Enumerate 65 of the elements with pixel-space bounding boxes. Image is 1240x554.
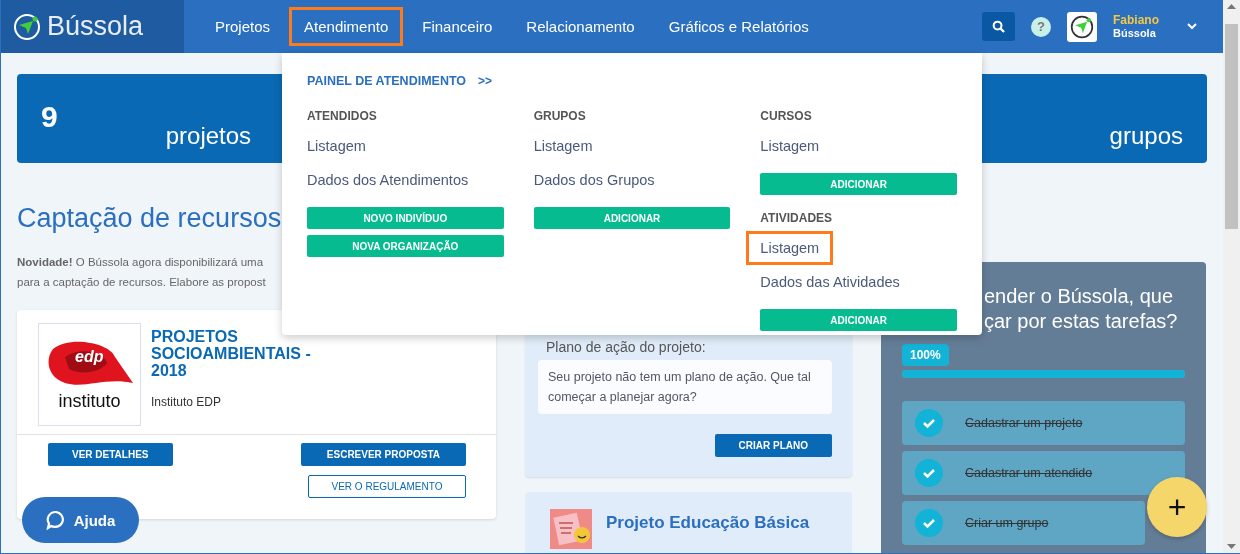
menu-link[interactable]: Listagem: [293, 129, 380, 163]
user-organization: Bússola: [1113, 26, 1157, 40]
compass-logo-icon: [1070, 14, 1094, 39]
menu-link[interactable]: Dados dos Atendimentos: [293, 163, 483, 197]
plan-message: Seu projeto não tem um plano de ação. Que tal começar a planejar agora?: [538, 360, 832, 414]
create-plan-button[interactable]: CRIAR PLANO: [714, 434, 832, 457]
menu-link[interactable]: Dados das Atividades: [746, 265, 914, 299]
chevron-down-icon[interactable]: [1187, 23, 1197, 30]
search-icon: [992, 20, 1005, 33]
arrows-link[interactable]: >>: [478, 74, 493, 88]
menu-link[interactable]: Dados dos Grupos: [519, 163, 669, 197]
task-item[interactable]: Criar um grupo: [902, 501, 1145, 545]
task-item[interactable]: Cadastrar um projeto: [902, 401, 1185, 445]
nav-link[interactable]: Gráficos e Relatórios: [653, 7, 824, 46]
rules-button[interactable]: VER O REGULAMENTO: [308, 475, 466, 498]
panel-link[interactable]: PAINEL DE ATENDIMENTO: [307, 74, 467, 88]
scroll-up-icon[interactable]: [1227, 3, 1236, 9]
brand-name: Bússola: [47, 11, 144, 42]
menu-link[interactable]: Listagem: [746, 231, 834, 265]
note-icon: [550, 509, 592, 549]
user-name: Fabiano: [1113, 13, 1160, 27]
logo-mark-text: edp: [75, 348, 104, 366]
menu-heading: GRUPOS: [533, 109, 587, 123]
user-avatar[interactable]: [1067, 11, 1097, 42]
stat-label: projetos: [165, 122, 252, 151]
nav-link[interactable]: Relacionamento: [511, 7, 650, 46]
menu-link[interactable]: Listagem: [746, 129, 834, 163]
menu-heading: CURSOS: [760, 109, 813, 123]
task-item[interactable]: Cadastrar um atendido: [902, 451, 1185, 495]
panel-title: ender o Bússola, que: [983, 284, 1175, 309]
write-proposal-button[interactable]: ESCREVER PROPOSTA: [300, 443, 466, 466]
plan-label: Plano de ação do projeto:: [546, 339, 707, 355]
progress-percent: 100%: [902, 344, 949, 366]
call-title: PROJETOS SOCIOAMBIENTAIS - 2018: [151, 328, 312, 379]
check-icon: [915, 459, 943, 487]
details-button[interactable]: VER DETALHES: [48, 443, 173, 466]
check-icon: [915, 509, 943, 537]
section-title: Captação de recursos: [17, 203, 282, 234]
chat-bubble-icon: [45, 510, 66, 530]
logo-text: instituto: [58, 391, 121, 412]
nav-link[interactable]: Atendimento: [289, 7, 404, 46]
intro-text: para a captação de recursos. Elabore as propost: [17, 275, 267, 290]
compass-logo-icon: [13, 12, 41, 41]
stat-label: grupos: [1109, 122, 1183, 151]
brand-logo[interactable]: Bússola: [1, 0, 184, 53]
organization-name: Instituto EDP: [151, 395, 223, 409]
task-label: Cadastrar um atendido: [965, 466, 1093, 480]
help-chat-button[interactable]: Ajuda: [22, 497, 139, 543]
nav-link[interactable]: Financeiro: [407, 7, 508, 46]
menu-heading: ATENDIDOS: [307, 109, 378, 123]
check-icon: [915, 409, 943, 437]
scroll-thumb[interactable]: [1225, 24, 1238, 229]
menu-heading: ATIVIDADES: [760, 211, 834, 225]
menu-link[interactable]: Listagem: [519, 129, 607, 163]
project-title: Projeto Educação Básica: [606, 513, 810, 533]
nav-link[interactable]: Projetos: [200, 7, 286, 46]
task-label: Cadastrar um projeto: [965, 416, 1083, 430]
panel-title: çar por estas tarefas?: [983, 309, 1179, 334]
intro-text: Novidade! O Bússola agora disponibilizará uma: [17, 255, 265, 270]
search-button[interactable]: [982, 12, 1015, 41]
stat-value: 9: [41, 100, 58, 135]
task-label: Criar um grupo: [965, 516, 1049, 530]
scrollbar[interactable]: [1223, 0, 1240, 553]
help-button[interactable]: ?: [1031, 16, 1051, 37]
scroll-down-icon[interactable]: [1227, 544, 1236, 550]
